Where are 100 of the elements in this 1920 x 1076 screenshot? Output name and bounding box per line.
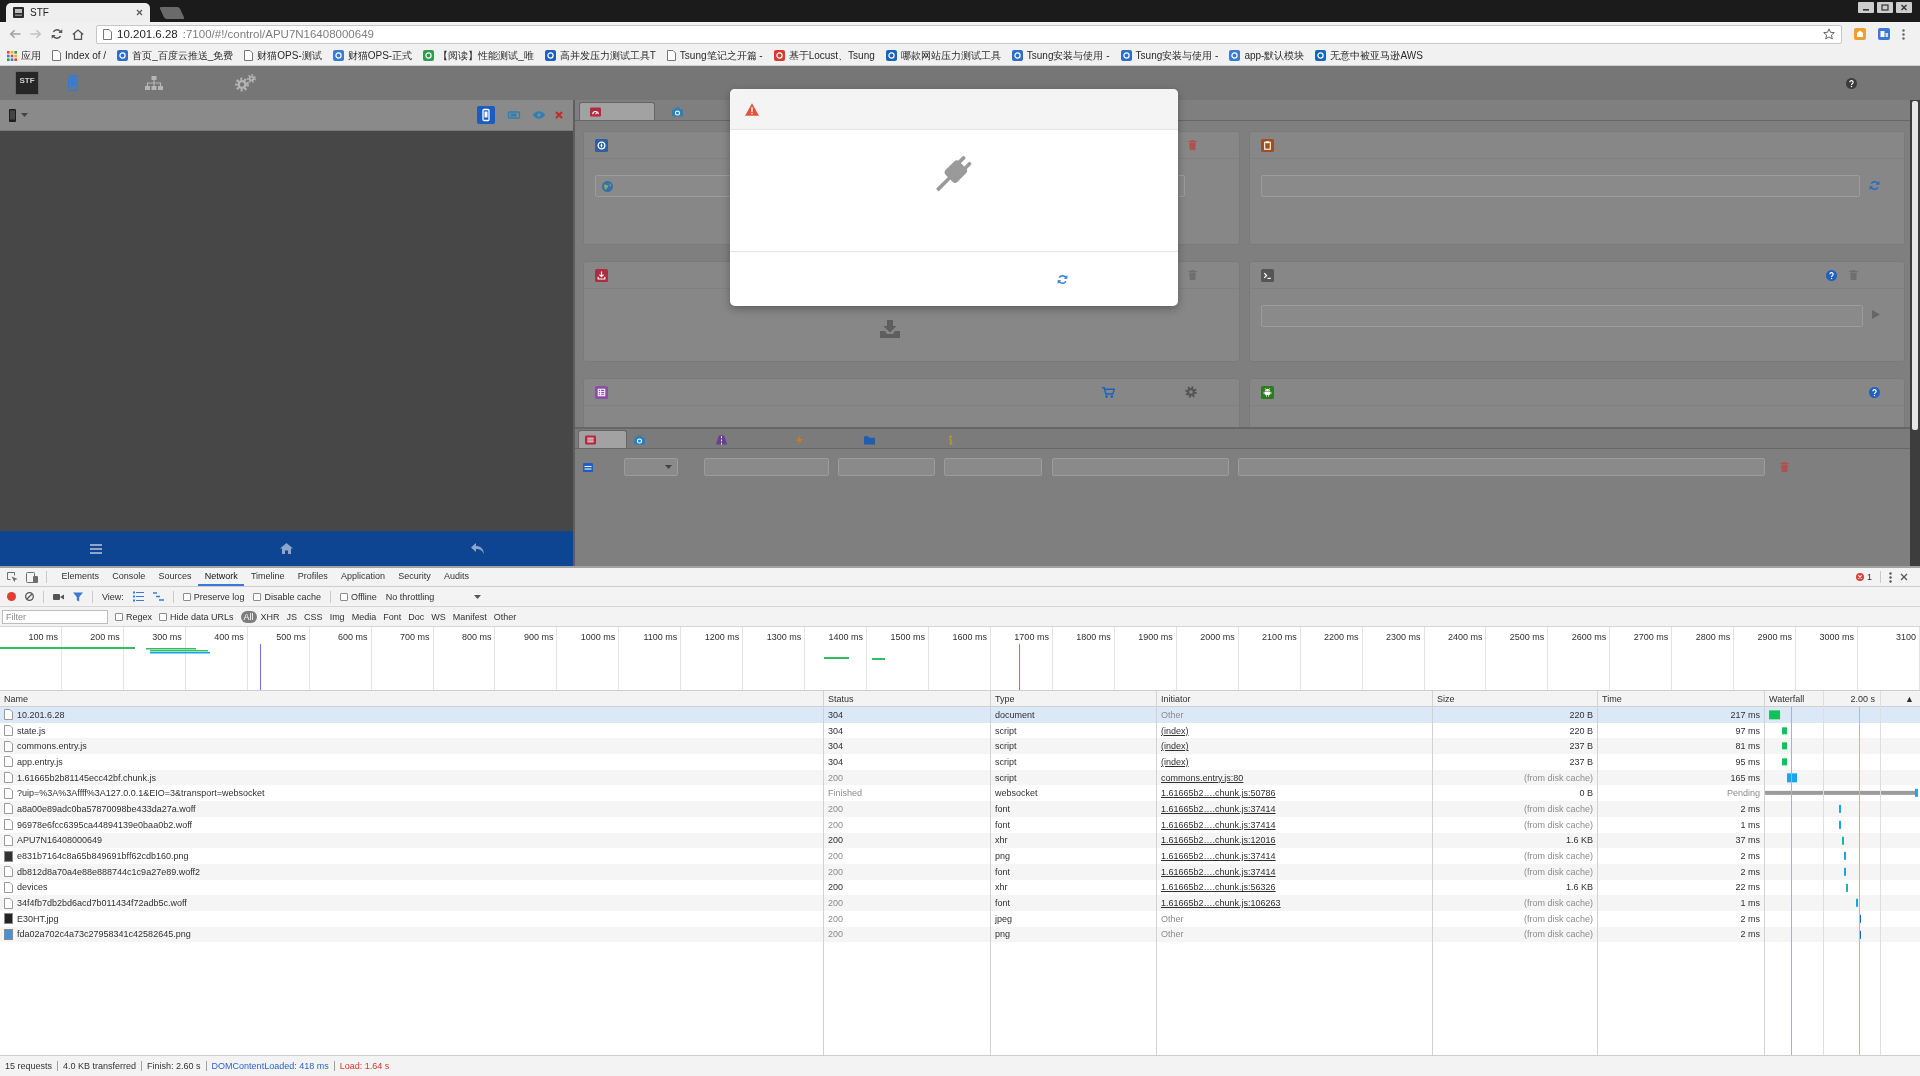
column-header[interactable]: Waterfall — [1769, 693, 1805, 704]
refresh-icon[interactable] — [51, 28, 63, 40]
refresh-icon[interactable] — [1057, 273, 1068, 285]
tool-tab[interactable] — [578, 430, 627, 448]
log-filter-field[interactable] — [944, 458, 1042, 476]
request-row[interactable]: a8a00e89adc0ba57870098be433da27a.woff 200 font 1.61665b2….chunk.js:37414 (from disk cache) 2 ms — [0, 801, 1920, 817]
bookmark[interactable]: 无意中被亚马逊AWS — [1315, 48, 1423, 63]
column-header[interactable]: Initiator — [1161, 693, 1191, 704]
column-header[interactable]: Status — [828, 693, 854, 704]
error-icon[interactable] — [1856, 573, 1864, 581]
bookmark[interactable]: 应用 — [7, 48, 41, 63]
initiator-link[interactable]: 1.61665b2….chunk.js:50786 — [1161, 788, 1276, 799]
request-row[interactable]: 10.201.6.28 304 document Other 220 B 217 ms — [0, 707, 1920, 723]
bookmark[interactable]: 首页_百度云推送_免费 — [117, 48, 234, 63]
checkbox-label[interactable]: Regex — [126, 611, 152, 622]
cart-icon[interactable] — [1101, 386, 1115, 398]
column-header[interactable]: Size — [1437, 693, 1455, 704]
help-icon[interactable] — [1826, 269, 1837, 281]
filter-icon[interactable] — [73, 591, 83, 602]
bookmark[interactable]: 财猫OPS-正式 — [332, 48, 413, 63]
checkbox[interactable] — [115, 612, 123, 621]
type-filter[interactable]: WS — [428, 610, 449, 623]
phone-icon[interactable] — [9, 108, 16, 122]
bookmark[interactable]: 【阅读】性能测试_唯 — [423, 48, 534, 63]
record-icon[interactable] — [7, 592, 16, 601]
more-icon[interactable] — [1889, 571, 1892, 583]
checkbox-label[interactable]: Offline — [350, 591, 377, 602]
initiator-link[interactable]: 1.61665b2….chunk.js:37414 — [1161, 803, 1276, 814]
checkbox[interactable] — [159, 612, 167, 621]
panel-tab[interactable]: Elements — [55, 568, 106, 586]
initiator-link[interactable]: 1.61665b2….chunk.js:37414 — [1161, 851, 1276, 862]
bookmark[interactable]: Tsung安装与使用 - — [1120, 48, 1219, 63]
browser-tab[interactable]: STF — [6, 3, 150, 22]
checkbox-label[interactable]: Disable cache — [264, 591, 321, 602]
panel-tab[interactable]: Application — [334, 568, 392, 586]
request-row[interactable]: app.entry.js 304 script (index) 237 B 95 ms — [0, 754, 1920, 770]
initiator-link[interactable]: (index) — [1161, 741, 1189, 752]
address-field[interactable]: 10.201.6.28 :7100/#!/control/APU7N16408000649 — [96, 24, 1842, 44]
bookmark[interactable]: Tsung安装与使用 - — [1011, 48, 1110, 63]
type-filter[interactable]: Font — [380, 610, 405, 623]
checkbox-label[interactable]: Preserve log — [193, 591, 245, 602]
type-filter[interactable]: Other — [490, 610, 520, 623]
menu-icon[interactable] — [1902, 28, 1905, 40]
menu-icon[interactable] — [89, 543, 102, 554]
initiator-link[interactable]: 1.61665b2….chunk.js:56326 — [1161, 882, 1276, 893]
download-tray-icon[interactable] — [879, 320, 900, 338]
list-view-icon[interactable] — [132, 591, 144, 602]
sitemap-icon[interactable] — [145, 76, 163, 90]
checkbox[interactable] — [339, 592, 348, 601]
request-row[interactable]: db812d8a70a4e88e888744c1c9a27e89.woff2 200 font 1.61665b2….chunk.js:37414 (from disk cache) 2 ms — [0, 863, 1920, 880]
sort-arrow[interactable]: ▲ — [1905, 693, 1914, 704]
back-arrow-icon[interactable] — [9, 29, 21, 39]
waterfall-view-icon[interactable] — [152, 592, 164, 601]
close-icon[interactable] — [136, 9, 143, 16]
checkbox[interactable] — [182, 592, 191, 601]
gear-icon[interactable] — [1184, 386, 1197, 398]
type-filter[interactable]: Manifest — [449, 610, 490, 623]
dropdown-caret-icon[interactable] — [474, 594, 482, 599]
type-filter[interactable]: Media — [348, 610, 380, 623]
request-row[interactable]: 1.61665b2b81145ecc42bf.chunk.js 200 script commons.entry.js:80 (from disk cache) 165 ms — [0, 769, 1920, 786]
caret-icon[interactable] — [665, 465, 672, 469]
device-mode-icon[interactable] — [26, 571, 38, 583]
filter-input[interactable]: Filter — [2, 609, 108, 624]
bookmark[interactable]: Tsung笔记之开篇 - — [666, 48, 763, 63]
portrait-icon[interactable] — [477, 106, 495, 124]
log-filter-field[interactable] — [1052, 458, 1229, 476]
stf-logo[interactable]: STF — [15, 71, 39, 95]
request-row[interactable]: fda02a702c4a73c27958341c42582645.png 200 png Other (from disk cache) 2 ms — [0, 926, 1920, 943]
initiator-link[interactable]: (index) — [1161, 756, 1189, 767]
new-tab-button[interactable] — [159, 7, 185, 19]
request-row[interactable]: 34f4fb7db2bd6acd7b011434f72adb5c.woff 200 font 1.61665b2….chunk.js:106263 (from disk cache) 1 ms — [0, 895, 1920, 911]
panel-tab[interactable]: Profiles — [291, 568, 335, 586]
help-icon[interactable] — [1846, 77, 1857, 89]
column-header[interactable]: Name — [4, 693, 28, 704]
type-filter[interactable]: All — [240, 610, 257, 623]
type-filter[interactable]: CSS — [301, 610, 326, 623]
control-tab[interactable] — [579, 102, 655, 120]
home-icon[interactable] — [280, 543, 293, 554]
close-icon[interactable] — [1896, 2, 1912, 13]
star-icon[interactable] — [1823, 28, 1835, 40]
column-header[interactable]: Type — [995, 693, 1015, 704]
gears-icon[interactable] — [234, 74, 256, 92]
throttling-select[interactable]: No throttling — [385, 591, 482, 602]
panel-tab[interactable]: Timeline — [244, 568, 292, 586]
initiator-link[interactable]: 1.61665b2….chunk.js:37414 — [1161, 819, 1276, 830]
video-camera-icon[interactable] — [53, 592, 64, 601]
initiator-link[interactable]: 1.61665b2….chunk.js:106263 — [1161, 898, 1281, 909]
home-icon[interactable] — [72, 28, 84, 40]
bookmark[interactable]: 哪款网站压力测试工具 — [885, 48, 1001, 63]
back-icon[interactable] — [471, 543, 484, 554]
minimize-icon[interactable] — [1858, 2, 1874, 13]
bookmark[interactable]: Index of / — [52, 50, 107, 61]
type-filter[interactable]: Img — [326, 610, 348, 623]
help-icon[interactable] — [1869, 386, 1880, 398]
request-row[interactable]: APU7N16408000649 200 xhr 1.61665b2….chunk.js:12016 1.6 KB 37 ms — [0, 832, 1920, 849]
extension-icon[interactable] — [1854, 28, 1866, 40]
bookmark[interactable]: 高并发压力测试工具T — [544, 48, 656, 63]
type-filter[interactable]: Doc — [405, 610, 428, 623]
request-row[interactable]: commons.entry.js 304 script (index) 237 B 81 ms — [0, 738, 1920, 755]
panel-tab[interactable]: Console — [105, 568, 152, 586]
